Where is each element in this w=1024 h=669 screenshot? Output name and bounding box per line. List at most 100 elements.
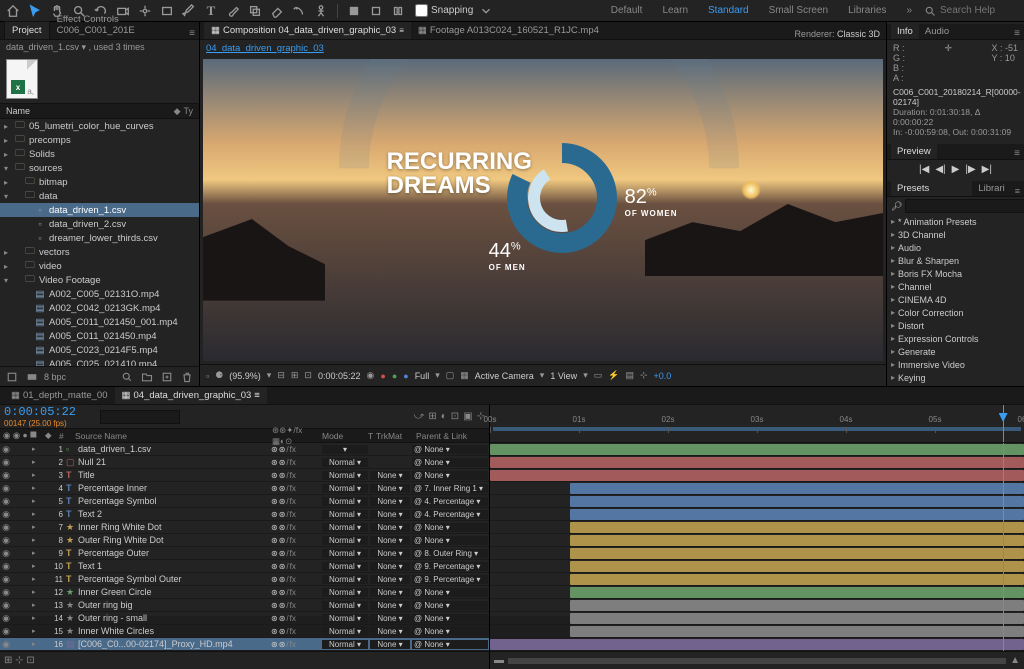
trkmat-dropdown[interactable]: None ▾	[370, 471, 410, 480]
workspace-libraries[interactable]: Libraries	[840, 5, 894, 16]
visibility-icon[interactable]: ◉	[0, 613, 12, 624]
tab-effect-controls[interactable]: Effect Controls C006_C001_201E	[50, 11, 186, 39]
effect-category[interactable]: ▸Audio	[887, 241, 1024, 254]
project-item[interactable]: ▫dreamer_lower_thirds.csv	[0, 231, 199, 245]
blend-mode-dropdown[interactable]: Normal ▾	[322, 640, 368, 649]
zoom-out-icon[interactable]: ▬	[494, 655, 504, 666]
track-row[interactable]	[490, 534, 1024, 547]
project-item[interactable]: ▸🗀vectors	[0, 245, 199, 259]
col-parent[interactable]: Parent & Link	[413, 431, 489, 441]
layer-bar[interactable]	[570, 535, 1024, 546]
timeline-layer-row[interactable]: ◉▸8★Outer Ring White Dot⊛⊛/fxNormal ▾Non…	[0, 534, 489, 547]
track-row[interactable]	[490, 495, 1024, 508]
project-item[interactable]: ▫data_driven_2.csv	[0, 217, 199, 231]
expand-icon[interactable]: ▸	[32, 536, 42, 544]
project-item[interactable]: ▤A005_C011_021450.mp4	[0, 329, 199, 343]
renderer-label[interactable]: Renderer: Classic 3D	[788, 29, 886, 39]
effect-category[interactable]: ▸Distort	[887, 319, 1024, 332]
track-row[interactable]	[490, 443, 1024, 456]
parent-dropdown[interactable]: @ 7. Inner Ring 1 ▾	[412, 484, 488, 493]
parent-dropdown[interactable]: @ 9. Percentage ▾	[412, 562, 488, 571]
trkmat-dropdown[interactable]: None ▾	[370, 562, 410, 571]
workspace-default[interactable]: Default	[603, 5, 651, 16]
parent-dropdown[interactable]: @ None ▾	[412, 627, 488, 636]
timeline-layer-row[interactable]: ◉▸16▤[C006_C0...00-02174]_Proxy_HD.mp4⊛⊛…	[0, 638, 489, 651]
visibility-icon[interactable]: ◉	[0, 639, 12, 650]
frame-blend-icon[interactable]: ⊞	[428, 411, 436, 422]
magnify-icon[interactable]: ▫	[206, 371, 209, 381]
layer-bar[interactable]	[490, 444, 1024, 455]
track-row[interactable]	[490, 508, 1024, 521]
layer-bar[interactable]	[570, 548, 1024, 559]
composition-viewer[interactable]: Active Camera RECURRINGDREAMS 82%OF WOME…	[203, 59, 883, 361]
workspace-smallscreen[interactable]: Small Screen	[761, 5, 836, 16]
interpret-icon[interactable]	[4, 369, 20, 385]
flowchart-icon[interactable]: ⊹	[640, 370, 648, 381]
timeline-layer-row[interactable]: ◉▸2▢Null 21⊛⊛/fxNormal ▾@ None ▾	[0, 456, 489, 469]
transparency-icon[interactable]: ▦	[460, 370, 469, 381]
prev-frame-icon[interactable]: ◀|	[935, 164, 945, 175]
parent-dropdown[interactable]: @ 9. Percentage ▾	[412, 575, 488, 584]
camera-dropdown[interactable]: Active Camera	[475, 371, 534, 381]
effects-search-input[interactable]	[905, 199, 1024, 213]
draft3d-icon[interactable]: ▣	[463, 411, 472, 422]
mask-shape-icon[interactable]	[345, 2, 363, 20]
timeline-zoom-slider[interactable]	[508, 658, 1006, 664]
expand-icon[interactable]: ▸	[32, 588, 42, 596]
track-row[interactable]	[490, 469, 1024, 482]
new-folder-icon[interactable]	[139, 369, 155, 385]
tab-footage[interactable]: ▦Footage A013C024_160521_R1JC.mp4	[411, 22, 606, 39]
effect-category[interactable]: ▸Expression Controls	[887, 332, 1024, 345]
col-mode[interactable]: Mode	[319, 431, 365, 441]
roto-tool-icon[interactable]	[290, 2, 308, 20]
trkmat-dropdown[interactable]: None ▾	[370, 640, 410, 649]
trkmat-dropdown[interactable]: None ▾	[370, 523, 410, 532]
project-item[interactable]: ▤A005_C011_021450_001.mp4	[0, 315, 199, 329]
timeline-layer-row[interactable]: ◉▸1▫data_driven_1.csv⊛⊛/fx ▾@ None ▾	[0, 443, 489, 456]
blend-mode-dropdown[interactable]: Normal ▾	[322, 562, 368, 571]
visibility-icon[interactable]: ◉	[0, 483, 12, 494]
comp-breadcrumb-link[interactable]: 04_data_driven_graphic_03	[206, 43, 324, 54]
home-icon[interactable]	[4, 2, 22, 20]
expand-icon[interactable]: ▸	[32, 523, 42, 531]
timeline-tracks[interactable]: 00s01s02s03s04s05s06s ▬ ▲	[490, 405, 1024, 669]
next-frame-icon[interactable]: |▶	[965, 164, 975, 175]
expand-icon[interactable]: ▸	[32, 601, 42, 609]
stroke-icon[interactable]	[367, 2, 385, 20]
timeline-layer-row[interactable]: ◉▸4TPercentage Inner⊛⊛/fxNormal ▾None ▾@…	[0, 482, 489, 495]
timeline-icon[interactable]: ▤	[625, 370, 634, 381]
visibility-icon[interactable]: ◉	[0, 457, 12, 468]
layer-bar[interactable]	[570, 600, 1024, 611]
project-item[interactable]: ▸🗀Solids	[0, 147, 199, 161]
parent-dropdown[interactable]: @ 4. Percentage ▾	[412, 497, 488, 506]
timeline-layer-row[interactable]: ◉▸6TText 2⊛⊛/fxNormal ▾None ▾@ 4. Percen…	[0, 508, 489, 521]
expand-icon[interactable]: ▸	[32, 627, 42, 635]
timeline-tab-1[interactable]: ▦01_depth_matte_00	[4, 387, 115, 404]
new-comp-icon[interactable]	[159, 369, 175, 385]
track-row[interactable]	[490, 638, 1024, 651]
project-item[interactable]: ▤A002_C005_02131O.mp4	[0, 287, 199, 301]
timeline-layer-row[interactable]: ◉▸3TTitle⊛⊛/fxNormal ▾None ▾@ None ▾	[0, 469, 489, 482]
layer-bar[interactable]	[570, 561, 1024, 572]
timeline-search-input[interactable]	[100, 410, 180, 424]
visibility-icon[interactable]: ◉	[0, 496, 12, 507]
project-item[interactable]: ▤A002_C042_0213GK.mp4	[0, 301, 199, 315]
visibility-icon[interactable]: ◉	[0, 470, 12, 481]
project-item[interactable]: ▾🗀data	[0, 189, 199, 203]
parent-dropdown[interactable]: @ None ▾	[412, 458, 488, 467]
search-project-icon[interactable]	[119, 369, 135, 385]
label-filter-icon[interactable]: ◆	[174, 106, 181, 117]
blend-mode-dropdown[interactable]: ▾	[322, 445, 368, 454]
track-row[interactable]	[490, 482, 1024, 495]
tab-project[interactable]: Project	[4, 21, 50, 39]
blend-mode-dropdown[interactable]: Normal ▾	[322, 601, 368, 610]
project-item[interactable]: ▸🗀05_lumetri_color_hue_curves	[0, 119, 199, 133]
timeline-tab-2[interactable]: ▦04_data_driven_graphic_03≡	[115, 387, 267, 404]
workspace-more-icon[interactable]: »	[898, 5, 920, 16]
parent-dropdown[interactable]: @ None ▾	[412, 640, 488, 649]
play-icon[interactable]: ▶	[952, 164, 960, 175]
expand-icon[interactable]: ▸	[32, 484, 42, 492]
tab-info[interactable]: Info	[891, 24, 919, 39]
time-display[interactable]: 0:00:05:22	[318, 371, 361, 381]
playhead[interactable]	[1003, 405, 1004, 442]
